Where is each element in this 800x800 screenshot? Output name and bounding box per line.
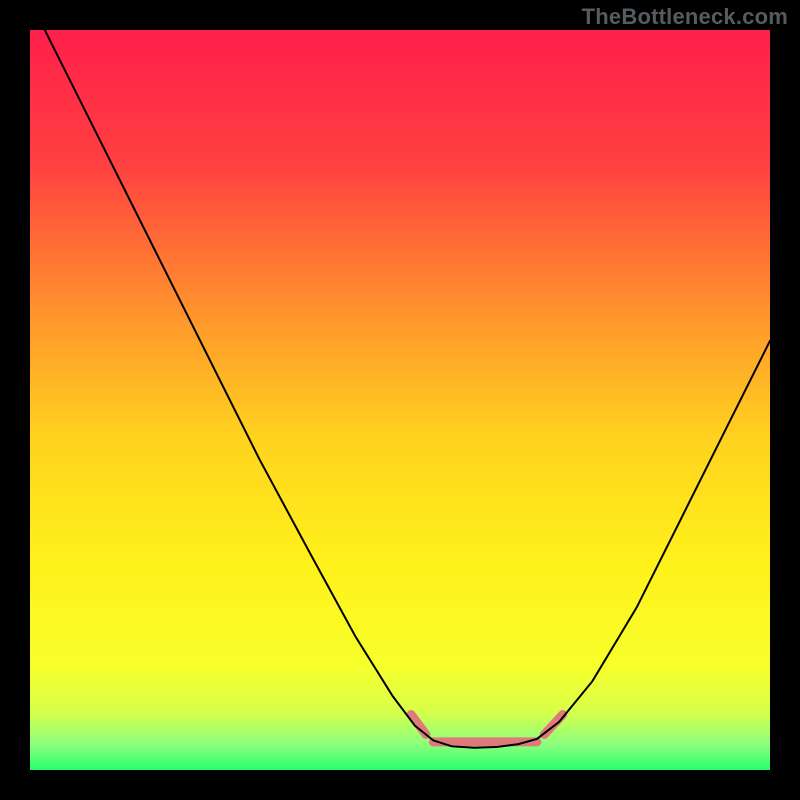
chart-plot-area [30, 30, 770, 770]
watermark-label: TheBottleneck.com [582, 4, 788, 30]
chart-frame: TheBottleneck.com [0, 0, 800, 800]
chart-svg [30, 30, 770, 770]
chart-background [30, 30, 770, 770]
